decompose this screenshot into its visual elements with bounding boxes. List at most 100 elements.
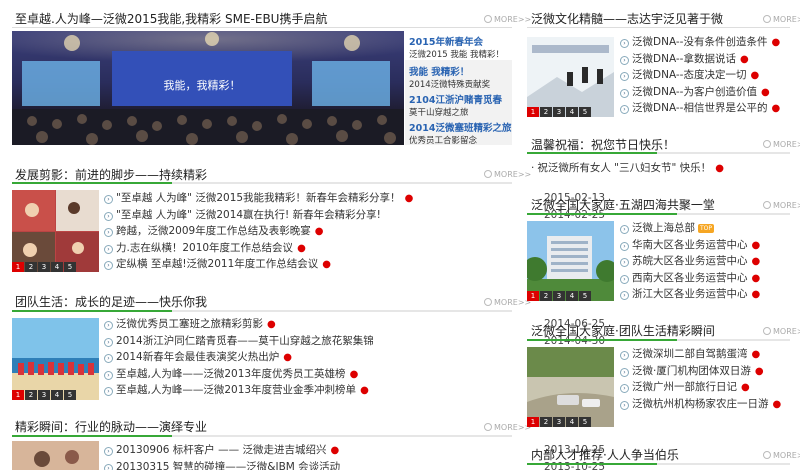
section-title[interactable]: 温馨祝福：祝您节日快乐！ — [531, 136, 675, 153]
pager-dot[interactable]: 5 — [64, 390, 76, 400]
thumbnail-pager: 1 2 3 4 5 — [12, 262, 77, 272]
section-title[interactable]: 精彩瞬间：行业的脉动——演绎专业 — [15, 418, 207, 435]
more-link[interactable]: MORE>> — [484, 170, 531, 179]
hero-side-list: 2015年新春年会 泛微2015 我能 我精彩！ 我能 我精彩！ 2014泛微特… — [405, 31, 512, 146]
list-item[interactable]: › "至卓越 人为峰" 泛微2015我能我精彩！新春年会精彩分享！ ● 2015-02… — [104, 190, 605, 207]
section-divider — [527, 213, 790, 215]
section-title[interactable]: 泛微全国大家庭·团队生活精彩瞬间 — [531, 322, 715, 339]
section-title[interactable]: 内部人才推荐·人人争当伯乐 — [531, 446, 679, 463]
more-link[interactable]: MORE>> — [763, 201, 800, 210]
list-item[interactable]: › 泛微·厦门机构团体双日游 ● — [620, 363, 781, 380]
hero-side-title: 我能 我精彩！ — [409, 67, 470, 78]
more-link[interactable]: MORE>> — [763, 327, 800, 336]
list-item[interactable]: ›2014新春年会最佳表演奖火热出炉●2014-03-28 — [104, 349, 605, 366]
section-thumbnail[interactable] — [12, 441, 99, 470]
pager-dot[interactable]: 2 — [25, 262, 37, 272]
pager-dot[interactable]: 4 — [566, 417, 578, 427]
arrow-icon: › — [620, 39, 629, 48]
list-item[interactable]: › 泛微广州一部旅行日记 ● — [620, 379, 781, 396]
pager-dot[interactable]: 3 — [553, 291, 565, 301]
pager-dot[interactable]: 2 — [540, 417, 552, 427]
pager-dot[interactable]: 4 — [51, 390, 63, 400]
list-item[interactable]: › 泛微DNA--相信世界是公平的 ● — [620, 100, 780, 117]
list-item[interactable]: ›定纵横 至卓越!泛微2011年度工作总结会议●2013-10-25 — [104, 256, 605, 273]
arrow-icon: › — [620, 105, 629, 114]
pager-dot[interactable]: 3 — [38, 262, 50, 272]
arrow-icon: › — [620, 384, 629, 393]
thumbnail-image — [527, 347, 614, 427]
pager-dot[interactable]: 5 — [579, 291, 591, 301]
pager-dot[interactable]: 3 — [38, 390, 50, 400]
pager-dot[interactable]: 4 — [566, 107, 578, 117]
list-item[interactable]: › 泛微DNA--为客户创造价值 ● — [620, 84, 780, 101]
list-item[interactable]: ›至卓越,人为峰——泛微2013年度优秀员工英雄榜●2014-03-03 — [104, 366, 605, 383]
list-item[interactable]: › 泛微杭州机构杨家农庄一日游 ● — [620, 396, 781, 413]
refresh-icon — [484, 423, 492, 431]
pager-dot[interactable]: 5 — [64, 262, 76, 272]
section-thumbnail[interactable] — [527, 347, 614, 427]
list-item[interactable]: › 泛微DNA--态度决定一切 ● — [620, 67, 780, 84]
list-item[interactable]: › 泛微优秀员工塞班之旅精彩剪影 ● 2014-06-25 — [104, 316, 605, 333]
pager-dot[interactable]: 3 — [553, 417, 565, 427]
more-link[interactable]: MORE>> — [763, 140, 800, 149]
list-item[interactable]: › 泛微DNA--没有条件创造条件 ● — [620, 34, 780, 51]
pager-dot[interactable]: 5 — [579, 107, 591, 117]
list-item[interactable]: › 20130906 标杆客户 —— 泛微走进吉城绍兴 ● 2013-10-25 — [104, 442, 605, 459]
more-link[interactable]: MORE>> — [763, 451, 800, 460]
thumbnail-pager: 1 2 3 4 5 — [527, 417, 592, 427]
more-link[interactable]: MORE>> — [484, 423, 531, 432]
arrow-icon: › — [104, 387, 113, 396]
pager-dot[interactable]: 5 — [579, 417, 591, 427]
hero-image[interactable]: 我能，我精彩！ — [12, 31, 404, 145]
arrow-icon: › — [620, 291, 629, 300]
arrow-icon: › — [620, 367, 629, 377]
pager-dot[interactable]: 2 — [540, 107, 552, 117]
list-item[interactable]: › 泛微DNA--拿数据说话 ● — [620, 51, 780, 68]
list-item[interactable]: › 泛微上海总部 TOP — [620, 220, 760, 237]
list-item[interactable]: › 苏皖大区各业务运营中心 ● — [620, 253, 760, 270]
arrow-icon: › — [620, 274, 629, 284]
divider — [12, 27, 512, 28]
list-item[interactable]: › 泛微深圳二部自驾鹅蛋湾 ● — [620, 346, 781, 363]
list-item[interactable]: ›"至卓越 人为峰" 泛微2014赢在执行! 新春年会精彩分享!2014-02-… — [104, 207, 605, 224]
more-link[interactable]: MORE>> — [763, 15, 800, 24]
section-thumbnail[interactable] — [527, 37, 614, 117]
headline-title[interactable]: 至卓越.人为峰—泛微2015我能,我精彩 SME-EBU携手启航 — [15, 10, 327, 27]
list-item[interactable]: ›跨越，泛微2009年度工作总结及表彰晚宴●2013-10-25 — [104, 223, 605, 240]
section-thumbnail[interactable] — [12, 190, 99, 272]
list-item[interactable]: ›力.志在纵横！2010年度工作总结会议●2013-10-25 — [104, 240, 605, 257]
pager-dot[interactable]: 1 — [527, 291, 539, 301]
pager-dot[interactable]: 1 — [12, 390, 24, 400]
article-list: › 20130906 标杆客户 —— 泛微走进吉城绍兴 ● 2013-10-25 › 2… — [104, 442, 605, 470]
hero-side-item[interactable]: 2015年新春年会 泛微2015 我能 我精彩！ — [405, 31, 512, 60]
section-thumbnail[interactable] — [12, 318, 99, 400]
section-title[interactable]: 团队生活：成长的足迹——快乐你我 — [15, 293, 207, 310]
hero-side-item[interactable]: 我能 我精彩！ 2014泛微特殊贡献奖 — [405, 61, 512, 90]
list-item[interactable]: › 西南大区各业务运营中心 ● — [620, 270, 760, 287]
list-item[interactable]: › 20130315 智慧的碰撞——泛微&IBM 会谈活动 2013-10-25 — [104, 459, 605, 470]
thumbnail-image — [12, 318, 99, 400]
refresh-icon — [763, 327, 771, 335]
hero-side-item[interactable]: 2104江浙沪赌青觅春 莫干山穿越之旅 — [405, 89, 512, 118]
section-title[interactable]: 泛微文化精髓——志达宇泛见著于微 — [531, 10, 723, 27]
pager-dot[interactable]: 2 — [540, 291, 552, 301]
list-item[interactable]: › 浙江大区各业务运营中心 ● — [620, 286, 760, 303]
pager-dot[interactable]: 1 — [527, 417, 539, 427]
pager-dot[interactable]: 1 — [12, 262, 24, 272]
section-title[interactable]: 泛微全国大家庭·五湖四海共聚一堂 — [531, 196, 715, 213]
pager-dot[interactable]: 3 — [553, 107, 565, 117]
hero-side-item[interactable]: 2014泛微塞班精彩之旅 优秀员工合影留念 — [405, 117, 512, 146]
pager-dot[interactable]: 4 — [566, 291, 578, 301]
more-link[interactable]: MORE>> — [484, 298, 531, 307]
more-link[interactable]: MORE>> — [484, 15, 531, 24]
pager-dot[interactable]: 1 — [527, 107, 539, 117]
pager-dot[interactable]: 4 — [51, 262, 63, 272]
list-item[interactable]: · 祝泛微所有女人 "三八妇女节" 快乐！ ● — [531, 160, 724, 177]
list-item[interactable]: › 华南大区各业务运营中心 ● — [620, 237, 760, 254]
list-item[interactable]: ›至卓越,人为峰——泛微2013年度营业金季冲刺榜单●2014-03-03 — [104, 382, 605, 399]
pager-dot[interactable]: 2 — [25, 390, 37, 400]
list-item[interactable]: ›2014浙江沪同仁踏青觅春——莫干山穿越之旅花絮集锦2014-04-30 — [104, 333, 605, 350]
section-thumbnail[interactable] — [527, 221, 614, 301]
section-title[interactable]: 发展剪影：前进的脚步——持续精彩 — [15, 166, 207, 183]
refresh-icon — [763, 15, 771, 23]
